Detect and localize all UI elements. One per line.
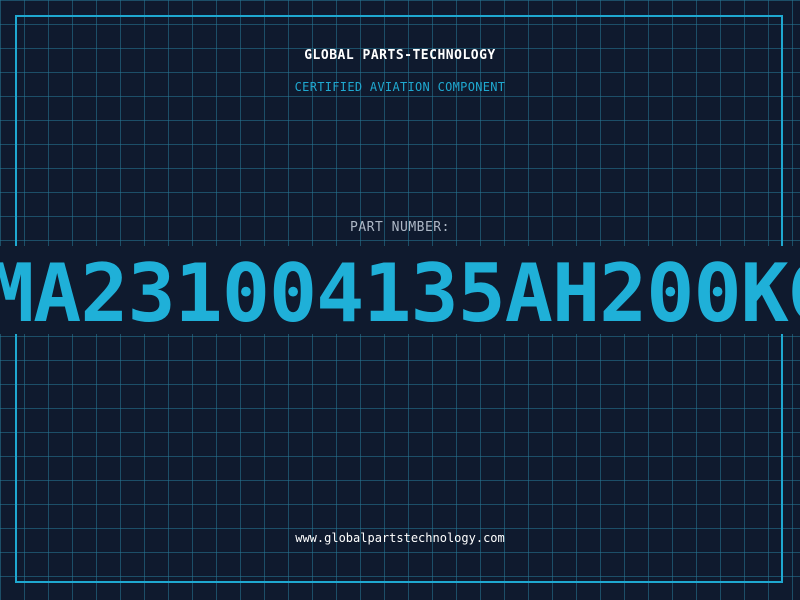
part-number-value: MA231004135AH200KG4 — [0, 247, 800, 340]
website-url: www.globalpartstechnology.com — [295, 531, 505, 545]
part-label-card: GLOBAL PARTS-TECHNOLOGY CERTIFIED AVIATI… — [0, 0, 800, 600]
company-name: GLOBAL PARTS-TECHNOLOGY — [304, 48, 496, 63]
part-number-label: PART NUMBER: — [350, 220, 450, 235]
certification-tagline: CERTIFIED AVIATION COMPONENT — [294, 80, 506, 94]
